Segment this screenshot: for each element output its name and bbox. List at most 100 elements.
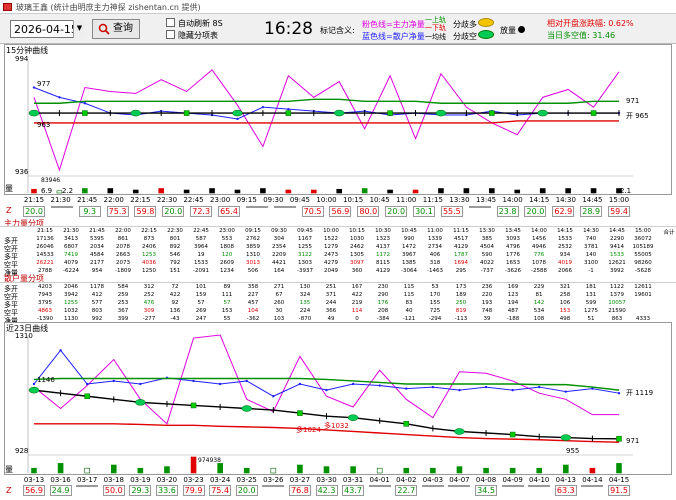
chart23-vol-bar: [456, 466, 463, 474]
chart15-right-971: 971: [626, 97, 640, 105]
mainTable-cell: 2209: [272, 252, 286, 258]
chart23-point: [405, 387, 408, 390]
chart23-right-971: 971: [626, 437, 640, 445]
retailTable-cell: 251: [325, 284, 337, 290]
indicator-label: 标记含义:: [320, 26, 355, 35]
chart23-right-open: 开 1119: [626, 389, 654, 397]
mainTable-cell: 990: [403, 236, 415, 242]
mainTable-cell: 776: [533, 252, 545, 258]
retailTable-cell: 260: [273, 300, 285, 306]
chart15-box-marker: [489, 110, 495, 116]
times15-cell: 15:00: [608, 196, 630, 204]
vals23-cell: 63.3: [554, 485, 577, 496]
mainTable-header-cell: 09:30: [271, 228, 287, 234]
dates23-cell: 04-01: [369, 476, 390, 484]
chart15-vol-bar: [183, 189, 190, 194]
auto-refresh-label: 自动刷新 8S: [178, 19, 223, 28]
chart23-box-marker: [190, 402, 197, 409]
mainTable-cell: -2588: [531, 268, 547, 274]
vals15-cell: 9.3: [78, 206, 101, 217]
chart23-vol-bar: [616, 463, 622, 474]
dates23-cell: 03-30: [316, 476, 337, 484]
vals15-cell: 59.8: [134, 206, 157, 217]
retailTable-cell: 131: [585, 292, 597, 298]
mainTable-header-cell: 13:45: [505, 228, 521, 234]
hide-table-checkbox[interactable]: [166, 30, 175, 39]
retailTable-cell: 584: [117, 284, 129, 290]
main-table: 21:15 21:30 21:45 22:00 22:15 22:30 22:45 23:00…: [0, 226, 676, 277]
up-split-icon: [478, 18, 494, 27]
mainTable-header-cell: 22:00: [115, 228, 131, 234]
chart15-vol-bar: [107, 188, 114, 194]
retailTable-cell: 1379: [610, 292, 624, 298]
chart23-vol-bar: [190, 456, 197, 474]
vals23-cell: 79.9: [182, 485, 205, 496]
retailTable-cell: 159: [195, 292, 207, 298]
times15-cell: 22:45: [183, 196, 204, 204]
retailTable-cell: 104: [247, 308, 259, 314]
retailTable-cell: 476: [143, 300, 155, 306]
mainTable-header-cell: 21:30: [63, 228, 79, 234]
retailTable-cell: 422: [169, 292, 181, 298]
mainTable-cell: 120: [221, 252, 233, 258]
chart23-ytop: 1310: [15, 332, 33, 340]
retailTable-cell: 67: [275, 292, 283, 298]
vals23-cell: 24.9: [49, 485, 72, 496]
mainTable-cell: 506: [247, 268, 259, 274]
retailTable-cell: 106: [559, 300, 571, 306]
vals23-cell: 43.7: [342, 485, 365, 496]
vals15-cell: 80.0: [357, 206, 380, 217]
retailTable-cell: 189: [455, 292, 467, 298]
retailTable-cell: 599: [585, 300, 597, 306]
retailTable-cell: 176: [377, 300, 389, 306]
chart23-vol-bar: [57, 463, 64, 474]
mainTable-cell: 3859: [246, 244, 260, 250]
chart23-annot2: 多1032: [324, 422, 349, 430]
mainTable-header-cell: 11:00: [427, 228, 443, 234]
chart23-split-marker: [28, 386, 40, 394]
mainTable-cell: 6807: [64, 244, 78, 250]
dates23-cell: 04-10: [529, 476, 550, 484]
chart23-split-marker: [347, 414, 359, 421]
retailTable-cell: 155: [429, 300, 441, 306]
times15-cell: 11:00: [396, 196, 417, 204]
retailTable-cell: 230: [377, 284, 389, 290]
chart23-vol-bar: [509, 467, 516, 474]
retailTable-cell: 244: [325, 300, 337, 306]
mainTable-cell: -1809: [115, 268, 131, 274]
chart15-vol-bar: [539, 188, 546, 194]
chart23-point: [458, 388, 461, 392]
retailTable-cell: 1178: [90, 284, 104, 290]
mainTable-cell: 740: [585, 236, 597, 242]
retailTable-cell: 321: [559, 284, 571, 290]
black-line-legend: 一均线: [425, 33, 446, 41]
chevron-down-icon[interactable]: ▼: [73, 20, 85, 38]
mainTable-cell: 9414: [610, 244, 624, 250]
chart23-point: [59, 349, 62, 352]
chart15-right-open: 开 965: [626, 112, 649, 120]
retailTable-cell: 169: [507, 284, 519, 290]
mainTable-header-cell: 22:45: [193, 228, 209, 234]
auto-refresh-checkbox[interactable]: [166, 18, 175, 27]
retailTable-cell: 224: [299, 308, 311, 314]
mainTable-cell: 892: [169, 244, 181, 250]
chart23-vol-bar: [110, 464, 117, 474]
mainTable-header-cell: 21:45: [89, 228, 105, 234]
mainTable-cell: 36072: [634, 236, 652, 242]
mainTable-cell: 19: [197, 252, 205, 258]
chart23-box-marker: [616, 436, 622, 442]
chart15-point: [32, 86, 36, 89]
chart23-point: [511, 388, 514, 392]
mainTable-header-cell: 14:45: [609, 228, 625, 234]
down-split-icon: [478, 30, 494, 39]
vals23-cell: [421, 485, 444, 487]
times15-cell: 14:45: [582, 196, 603, 204]
chart15-split-marker: [130, 109, 141, 117]
query-label: 查询: [113, 23, 133, 34]
chart23-vol-bar: [430, 467, 436, 474]
query-button[interactable]: 查询: [92, 19, 140, 39]
mainTable-cell: 2532: [558, 244, 572, 250]
retailTable-cell: 2046: [64, 284, 78, 290]
chart23-vol-bar: [164, 466, 170, 474]
retailTable-cell: 12611: [634, 284, 652, 290]
